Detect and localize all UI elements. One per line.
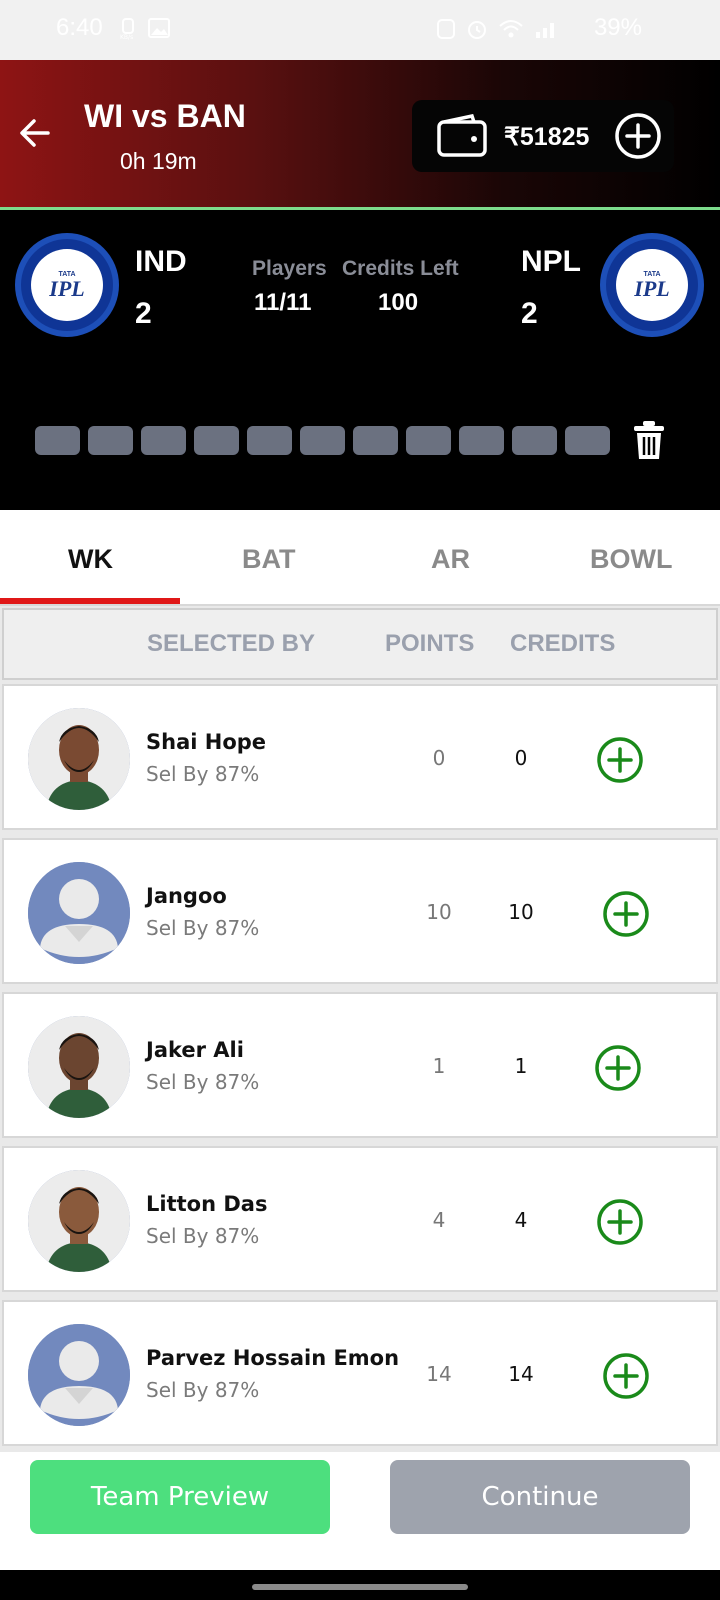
add-player-icon[interactable] bbox=[602, 890, 650, 938]
wallet-widget[interactable]: ₹51825 bbox=[412, 100, 674, 172]
continue-button[interactable]: Continue bbox=[390, 1460, 690, 1534]
add-player-icon[interactable] bbox=[596, 736, 644, 784]
add-player-icon[interactable] bbox=[602, 1352, 650, 1400]
player-selected-by: Sel By 87% bbox=[146, 916, 260, 940]
player-row[interactable]: Jaker Ali Sel By 87% 1 1 bbox=[2, 992, 718, 1138]
player-row[interactable]: Jangoo Sel By 87% 10 10 bbox=[2, 838, 718, 984]
player-credits: 0 bbox=[514, 746, 528, 770]
avatar-placeholder-icon bbox=[28, 1324, 130, 1426]
player-name: Litton Das bbox=[146, 1192, 268, 1216]
wallet-icon bbox=[437, 114, 487, 157]
col-points[interactable]: POINTS bbox=[385, 630, 474, 658]
player-slot bbox=[565, 426, 610, 455]
team-count-right: 2 bbox=[521, 297, 538, 330]
back-arrow-icon[interactable] bbox=[18, 116, 52, 150]
player-avatar bbox=[28, 1324, 130, 1426]
player-points: 14 bbox=[426, 1362, 452, 1386]
player-list[interactable]: SELECTED BY POINTS CREDITS Shai Hope Sel… bbox=[0, 606, 720, 1456]
player-points: 4 bbox=[432, 1208, 446, 1232]
player-name: Jangoo bbox=[146, 884, 227, 908]
trash-icon[interactable] bbox=[632, 420, 666, 460]
wifi-icon bbox=[499, 20, 523, 38]
avatar-placeholder-icon bbox=[28, 862, 130, 964]
add-player-icon[interactable] bbox=[594, 1044, 642, 1092]
match-countdown: 0h 19m bbox=[120, 148, 197, 174]
player-slot bbox=[35, 426, 80, 455]
team-logo-left: TATA IPL bbox=[15, 233, 119, 337]
player-slot bbox=[459, 426, 504, 455]
alarm-icon bbox=[468, 21, 486, 39]
players-label: Players bbox=[252, 257, 327, 280]
player-slot bbox=[194, 426, 239, 455]
player-avatar bbox=[28, 708, 130, 810]
player-avatar bbox=[28, 1016, 130, 1118]
player-row[interactable]: Parvez Hossain Emon Sel By 87% 14 14 bbox=[2, 1300, 718, 1446]
player-photo bbox=[28, 708, 130, 810]
team-logo-right: TATA IPL bbox=[600, 233, 704, 337]
tab-ar[interactable]: AR bbox=[431, 544, 470, 575]
signal-icon bbox=[536, 23, 554, 38]
notification-icon: KB/s bbox=[120, 18, 134, 40]
player-selected-by: Sel By 87% bbox=[146, 1070, 260, 1094]
player-selected-by: Sel By 87% bbox=[146, 1224, 260, 1248]
navigation-bar bbox=[0, 1570, 720, 1600]
status-time: 6:40 bbox=[56, 14, 103, 41]
tab-bat[interactable]: BAT bbox=[242, 544, 296, 575]
col-selected-by[interactable]: SELECTED BY bbox=[147, 630, 315, 658]
player-points: 10 bbox=[426, 900, 452, 924]
team-name-right: NPL bbox=[521, 245, 581, 278]
credits-left-value: 100 bbox=[378, 289, 419, 316]
home-gesture-handle[interactable] bbox=[252, 1584, 468, 1590]
player-row[interactable]: Shai Hope Sel By 87% 0 0 bbox=[2, 684, 718, 830]
player-points: 0 bbox=[432, 746, 446, 770]
player-name: Shai Hope bbox=[146, 730, 267, 754]
player-avatar bbox=[28, 1170, 130, 1272]
player-points: 1 bbox=[432, 1054, 446, 1078]
player-slot bbox=[353, 426, 398, 455]
player-slots bbox=[35, 426, 610, 455]
role-tabs: WK BAT AR BOWL bbox=[0, 510, 720, 608]
add-money-icon[interactable] bbox=[614, 112, 662, 160]
player-photo bbox=[28, 1170, 130, 1272]
player-selected-by: Sel By 87% bbox=[146, 1378, 260, 1402]
gallery-icon bbox=[148, 18, 170, 38]
player-slot bbox=[512, 426, 557, 455]
team-count-left: 2 bbox=[135, 297, 152, 330]
player-row[interactable]: Litton Das Sel By 87% 4 4 bbox=[2, 1146, 718, 1292]
credits-left-label: Credits Left bbox=[342, 257, 459, 280]
player-photo bbox=[28, 1016, 130, 1118]
match-title: WI vs BAN bbox=[84, 98, 246, 134]
player-slot bbox=[88, 426, 133, 455]
player-slot bbox=[247, 426, 292, 455]
player-selected-by: Sel By 87% bbox=[146, 762, 260, 786]
team-summary: TATA IPL IND 2 Players 11/11 Credits Left… bbox=[0, 213, 720, 510]
svg-text:KB/s: KB/s bbox=[120, 34, 133, 40]
battery-level: 39% bbox=[593, 14, 642, 41]
data-saver-icon bbox=[437, 19, 455, 39]
column-header: SELECTED BY POINTS CREDITS bbox=[2, 608, 718, 680]
add-player-icon[interactable] bbox=[596, 1198, 644, 1246]
status-bar: 6:40 KB/s 39% bbox=[0, 0, 720, 60]
team-preview-button[interactable]: Team Preview bbox=[30, 1460, 330, 1534]
player-name: Jaker Ali bbox=[146, 1038, 244, 1062]
col-credits[interactable]: CREDITS bbox=[510, 630, 615, 658]
match-header: WI vs BAN 0h 19m ₹51825 bbox=[0, 60, 720, 210]
player-slot bbox=[406, 426, 451, 455]
tab-bowl[interactable]: BOWL bbox=[590, 544, 672, 575]
player-name: Parvez Hossain Emon bbox=[146, 1346, 400, 1370]
player-credits: 10 bbox=[508, 900, 534, 924]
player-avatar bbox=[28, 862, 130, 964]
player-credits: 1 bbox=[514, 1054, 528, 1078]
tab-wk[interactable]: WK bbox=[68, 544, 113, 575]
wallet-balance: ₹51825 bbox=[504, 123, 590, 151]
team-name-left: IND bbox=[135, 245, 187, 278]
player-slot bbox=[300, 426, 345, 455]
player-credits: 14 bbox=[508, 1362, 534, 1386]
bottom-action-bar: Team Preview Continue bbox=[0, 1452, 720, 1570]
players-value: 11/11 bbox=[254, 289, 312, 316]
player-credits: 4 bbox=[514, 1208, 528, 1232]
player-slot bbox=[141, 426, 186, 455]
